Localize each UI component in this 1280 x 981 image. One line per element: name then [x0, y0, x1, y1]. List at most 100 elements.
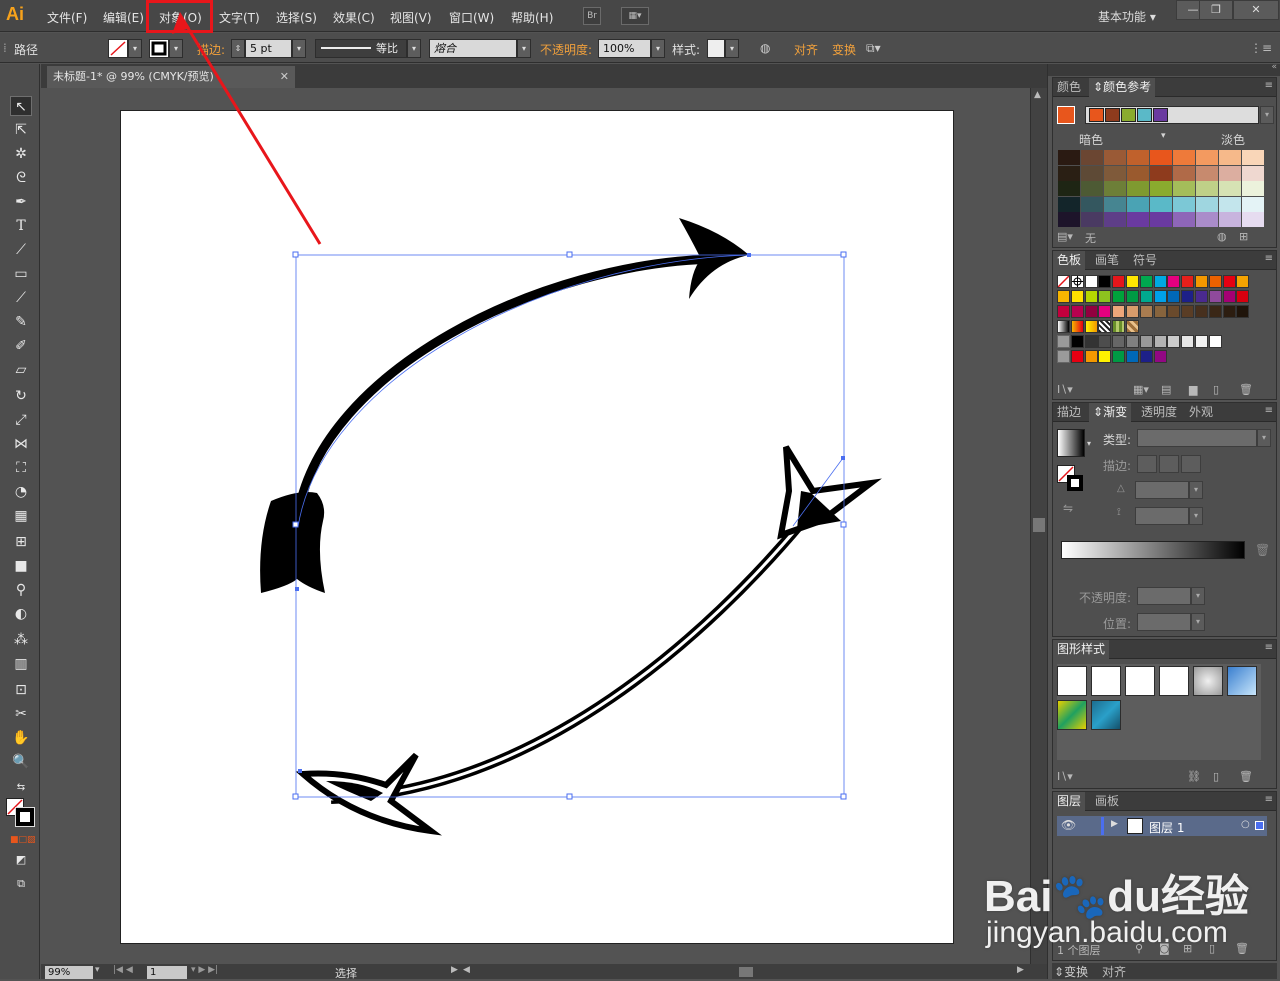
default-style-thumb[interactable]: [1057, 666, 1087, 696]
status-menu-icon[interactable]: ▶: [451, 965, 458, 975]
column-graph-tool-icon[interactable]: ▥: [10, 654, 32, 674]
stroke-indicator-icon[interactable]: [1067, 475, 1083, 491]
collapse-dock-icon[interactable]: «: [1271, 62, 1277, 72]
gradient-position-field[interactable]: [1137, 613, 1191, 631]
delete-stop-icon[interactable]: 🗑: [1255, 543, 1270, 557]
bridge-button[interactable]: Br: [583, 7, 601, 25]
gradient-preset-dropdown-icon[interactable]: ▾: [1087, 439, 1091, 448]
color-guide-cell[interactable]: [1127, 181, 1149, 196]
color-guide-cell[interactable]: [1196, 196, 1218, 212]
color-swatch[interactable]: [1208, 305, 1222, 318]
color-guide-cell[interactable]: [1150, 181, 1172, 196]
rotate-tool-icon[interactable]: ↻: [10, 386, 32, 406]
delete-swatch-icon[interactable]: 🗑: [1239, 383, 1253, 396]
color-swatch[interactable]: [1112, 350, 1126, 363]
color-swatch[interactable]: [1126, 335, 1139, 348]
hand-tool-icon[interactable]: ✋: [10, 728, 32, 748]
color-guide-cell[interactable]: [1127, 165, 1149, 181]
color-swatch[interactable]: [1167, 335, 1181, 348]
color-swatch[interactable]: [1098, 350, 1112, 363]
tab-graphic-styles[interactable]: 图形样式: [1053, 640, 1110, 659]
artboard-tool-icon[interactable]: ⊡: [10, 680, 32, 700]
swatch-pattern2[interactable]: [1112, 320, 1126, 333]
gradient-opacity-dropdown[interactable]: ▾: [1191, 587, 1205, 605]
color-guide-cell[interactable]: [1081, 150, 1103, 165]
stroke-gradient-across-icon[interactable]: [1181, 455, 1201, 473]
workspace-switcher[interactable]: 基本功能 ▾: [1098, 8, 1156, 25]
save-group-icon[interactable]: ⊞: [1239, 230, 1248, 243]
color-swatch[interactable]: [1153, 305, 1167, 318]
harmony-color-swatch[interactable]: [1137, 108, 1152, 122]
color-swatch[interactable]: [1208, 275, 1222, 288]
aspect-ratio-field[interactable]: [1135, 507, 1189, 525]
color-guide-cell[interactable]: [1173, 165, 1195, 181]
panel-menu-icon[interactable]: ≡: [1265, 253, 1273, 264]
color-guide-cell[interactable]: [1196, 212, 1218, 227]
shape-builder-tool-icon[interactable]: ◔: [10, 482, 32, 502]
opacity-field[interactable]: 100%: [598, 39, 651, 58]
top-arrow-shaft[interactable]: [293, 254, 720, 516]
scale-tool-icon[interactable]: ⤢: [10, 410, 32, 430]
color-swatch[interactable]: [1208, 290, 1222, 303]
color-guide-cell[interactable]: [1173, 181, 1195, 196]
tab-appearance[interactable]: 外观: [1185, 403, 1217, 422]
pen-tool-icon[interactable]: ✒: [10, 192, 32, 212]
panel-menu-icon[interactable]: ≡: [1265, 80, 1273, 91]
perspective-grid-tool-icon[interactable]: ▦: [10, 506, 32, 526]
color-guide-cell[interactable]: [1219, 150, 1241, 165]
variable-width-profile[interactable]: 等比: [315, 39, 407, 58]
brush-dropdown[interactable]: ▾: [517, 39, 531, 58]
color-guide-cell[interactable]: [1058, 212, 1080, 227]
swap-fill-stroke-icon[interactable]: ⇆: [10, 778, 32, 798]
gradient-type-select[interactable]: [1137, 429, 1257, 447]
color-swatch[interactable]: [1153, 335, 1167, 348]
variation-dropdown-icon[interactable]: ▾: [1161, 131, 1166, 141]
stroke-weight-field[interactable]: 5 pt: [245, 39, 292, 58]
tab-stroke[interactable]: 描边: [1053, 403, 1085, 422]
fill-dropdown[interactable]: ▾: [128, 39, 142, 58]
vertical-scroll-thumb[interactable]: [1033, 518, 1045, 532]
lasso-tool-icon[interactable]: ᘓ: [10, 168, 32, 188]
harmony-color-swatch[interactable]: [1121, 108, 1136, 122]
profile-dropdown[interactable]: ▾: [407, 39, 421, 58]
slice-tool-icon[interactable]: ✂: [10, 704, 32, 724]
scroll-right-icon[interactable]: ▶: [1017, 965, 1024, 975]
tab-transform[interactable]: ⇕变换: [1054, 963, 1088, 980]
menu-type[interactable]: 文字(T): [219, 9, 260, 26]
color-guide-cell[interactable]: [1242, 181, 1264, 196]
menu-effect[interactable]: 效果(C): [333, 9, 375, 26]
style-thumb-5[interactable]: [1193, 666, 1223, 696]
tab-artboards[interactable]: 画板: [1091, 792, 1123, 811]
stroke-weight-stepper[interactable]: ⇕: [231, 39, 245, 58]
panel-menu-icon[interactable]: ≡: [1265, 642, 1273, 653]
color-swatch[interactable]: [1070, 305, 1084, 318]
color-guide-cell[interactable]: [1173, 196, 1195, 212]
opacity-dropdown[interactable]: ▾: [651, 39, 665, 58]
close-window-button[interactable]: ✕: [1233, 0, 1279, 20]
symbol-sprayer-tool-icon[interactable]: ⁂: [10, 630, 32, 650]
style-thumb-8[interactable]: [1091, 700, 1121, 730]
zoom-tool-icon[interactable]: 🔍: [10, 752, 32, 772]
color-swatch[interactable]: [1126, 305, 1139, 318]
harmony-rules-dropdown[interactable]: ▾: [1260, 106, 1274, 124]
isolate-object-icon[interactable]: ⧉▾: [866, 41, 881, 56]
style-thumb-7[interactable]: [1057, 700, 1087, 730]
color-swatch[interactable]: [1112, 275, 1126, 288]
color-guide-cell[interactable]: [1058, 150, 1080, 165]
style-thumb-4[interactable]: [1159, 666, 1189, 696]
menu-window[interactable]: 窗口(W): [449, 9, 494, 26]
color-swatch[interactable]: [1236, 305, 1250, 318]
free-transform-tool-icon[interactable]: ⛶: [10, 458, 32, 478]
reverse-gradient-icon[interactable]: ⇋: [1063, 501, 1073, 515]
style-thumb-3[interactable]: [1125, 666, 1155, 696]
color-swatch[interactable]: [1195, 290, 1208, 303]
color-guide-cell[interactable]: [1242, 212, 1264, 227]
bottom-arrow-shaft[interactable]: [330, 517, 807, 804]
color-swatch[interactable]: [1112, 335, 1126, 348]
color-swatch[interactable]: [1181, 290, 1195, 303]
delete-style-icon[interactable]: 🗑: [1239, 770, 1253, 783]
color-swatch[interactable]: [1153, 290, 1167, 303]
gradient-tool-icon[interactable]: ■: [10, 556, 32, 576]
color-swatch[interactable]: [1084, 290, 1098, 303]
swatch-pattern1[interactable]: [1098, 320, 1112, 333]
